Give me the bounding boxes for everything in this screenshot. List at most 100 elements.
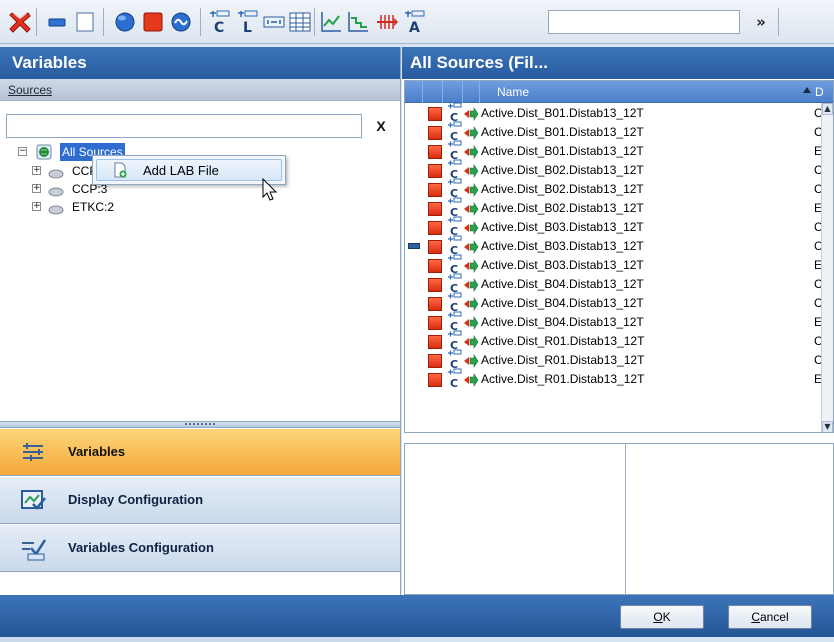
- table-row[interactable]: C Active.Dist_R01.Distab13_12T C: [405, 349, 833, 371]
- expand-icon[interactable]: +: [32, 202, 41, 211]
- nav-variables-configuration[interactable]: Variables Configuration: [0, 525, 400, 572]
- step-chart-icon[interactable]: [346, 10, 370, 34]
- read-write-arrow-icon: [463, 202, 479, 216]
- table-row[interactable]: C Active.Dist_B02.Distab13_12T C: [405, 159, 833, 181]
- nav-variables[interactable]: Variables: [0, 429, 400, 476]
- calibration-c-icon: C: [446, 235, 462, 257]
- column-header-d[interactable]: D: [815, 85, 824, 99]
- variable-name: Active.Dist_B03.Distab13_12T: [481, 258, 644, 272]
- table-row[interactable]: C Active.Dist_B01.Distab13_12T C: [405, 102, 833, 124]
- svg-text:A: A: [409, 20, 420, 34]
- calibration-c-icon[interactable]: C: [207, 10, 231, 34]
- calibration-c-icon: C: [446, 159, 462, 181]
- red-square-icon: [428, 164, 442, 178]
- read-write-arrow-icon: [463, 221, 479, 235]
- red-square-icon: [428, 354, 442, 368]
- column-header-name[interactable]: Name: [497, 85, 529, 99]
- results-title: All Sources (Fil...: [402, 47, 834, 79]
- toolbar-combo-input[interactable]: [548, 10, 740, 34]
- red-square-icon: [428, 373, 442, 387]
- variable-name: Active.Dist_B03.Distab13_12T: [481, 239, 644, 253]
- delete-icon[interactable]: [8, 10, 32, 34]
- read-write-arrow-icon: [463, 240, 479, 254]
- nav-display-configuration[interactable]: Display Configuration: [0, 477, 400, 524]
- table-row[interactable]: C Active.Dist_B03.Distab13_12T C: [405, 216, 833, 238]
- line-chart-icon[interactable]: [319, 10, 343, 34]
- variable-name: Active.Dist_B04.Distab13_12T: [481, 315, 644, 329]
- grid-header: Name D: [405, 81, 833, 103]
- table-row[interactable]: C Active.Dist_B03.Distab13_12T E: [405, 254, 833, 276]
- red-square-icon: [428, 297, 442, 311]
- search-input[interactable]: [6, 114, 362, 138]
- sources-header[interactable]: Sources: [0, 79, 400, 101]
- read-write-arrow-icon: [463, 297, 479, 311]
- clear-search-button[interactable]: X: [370, 115, 392, 137]
- scroll-down-icon[interactable]: ▼: [822, 421, 833, 432]
- svg-text:C: C: [450, 377, 458, 388]
- panel-title: Variables: [0, 47, 400, 79]
- calibration-c-icon: C: [446, 349, 462, 371]
- variable-name: Active.Dist_B02.Distab13_12T: [481, 201, 644, 215]
- calibration-c-icon: C: [446, 254, 462, 276]
- empty-rectangle-icon[interactable]: [73, 10, 97, 34]
- device-icon: [48, 202, 64, 215]
- read-write-arrow-icon: [463, 354, 479, 368]
- table-row[interactable]: C Active.Dist_B04.Distab13_12T C: [405, 292, 833, 314]
- circle-icon[interactable]: [113, 10, 137, 34]
- bracket-icon[interactable]: [262, 10, 286, 34]
- read-write-arrow-icon: [463, 145, 479, 159]
- svg-text:L: L: [243, 20, 252, 34]
- ok-button[interactable]: OK: [620, 605, 704, 629]
- variable-name: Active.Dist_B01.Distab13_12T: [481, 144, 644, 158]
- table-row[interactable]: C Active.Dist_B02.Distab13_12T C: [405, 178, 833, 200]
- dialog-footer: OK Cancel: [0, 595, 834, 637]
- table-row[interactable]: C Active.Dist_B01.Distab13_12T C: [405, 121, 833, 143]
- text-a-icon[interactable]: A: [402, 10, 426, 34]
- table-row[interactable]: C Active.Dist_B03.Distab13_12T C: [405, 235, 833, 257]
- sort-ascending-icon: [803, 87, 811, 93]
- red-square-icon: [428, 240, 442, 254]
- cancel-button[interactable]: Cancel: [728, 605, 812, 629]
- table-row[interactable]: C Active.Dist_B01.Distab13_12T E: [405, 140, 833, 162]
- expand-icon[interactable]: +: [32, 166, 41, 175]
- red-square-icon: [428, 335, 442, 349]
- table-row[interactable]: C Active.Dist_B04.Distab13_12T E: [405, 311, 833, 333]
- table-row[interactable]: C Active.Dist_B02.Distab13_12T E: [405, 197, 833, 219]
- red-square-icon: [428, 202, 442, 216]
- variable-name: Active.Dist_R01.Distab13_12T: [481, 334, 645, 348]
- table-row[interactable]: C Active.Dist_B04.Distab13_12T C: [405, 273, 833, 295]
- read-write-arrow-icon: [463, 278, 479, 292]
- read-write-arrow-icon: [463, 183, 479, 197]
- read-write-arrow-icon: [463, 164, 479, 178]
- bar-chart-icon[interactable]: [375, 10, 399, 34]
- calibration-l-icon[interactable]: L: [235, 10, 259, 34]
- wave-icon[interactable]: [169, 10, 193, 34]
- svg-text:C: C: [214, 20, 224, 34]
- chevron-double-down-icon[interactable]: »: [750, 11, 772, 33]
- red-square-icon: [428, 126, 442, 140]
- device-icon: [48, 184, 64, 197]
- red-square-icon[interactable]: [141, 10, 165, 34]
- collapse-icon[interactable]: −: [18, 147, 27, 156]
- toolbar: C L A »: [0, 0, 834, 44]
- calibration-c-icon: C: [446, 102, 462, 124]
- variable-name: Active.Dist_B01.Distab13_12T: [481, 106, 644, 120]
- rectangle-blue-icon[interactable]: [45, 10, 69, 34]
- panel-splitter[interactable]: [0, 421, 400, 428]
- sources-globe-icon: [36, 144, 52, 160]
- variable-name: Active.Dist_B02.Distab13_12T: [481, 163, 644, 177]
- scroll-up-icon[interactable]: ▲: [822, 103, 833, 115]
- variable-name: Active.Dist_B04.Distab13_12T: [481, 277, 644, 291]
- detail-panel: [404, 443, 834, 596]
- table-row[interactable]: C Active.Dist_R01.Distab13_12T C: [405, 330, 833, 352]
- add-lab-file-menu-item[interactable]: Add LAB File: [96, 159, 282, 181]
- variable-name: Active.Dist_R01.Distab13_12T: [481, 353, 645, 367]
- variables-grid: Name D C Active.Dist_B01.Distab13_12T C C Ac…: [404, 80, 834, 433]
- expand-icon[interactable]: +: [32, 184, 41, 193]
- table-row[interactable]: C Active.Dist_R01.Distab13_12T E: [405, 368, 833, 390]
- calibration-c-icon: C: [446, 140, 462, 162]
- grid-vertical-scrollbar[interactable]: ▲ ▼: [821, 103, 833, 432]
- calibration-c-icon: C: [446, 330, 462, 352]
- read-write-arrow-icon: [463, 107, 479, 121]
- table-icon[interactable]: [288, 10, 312, 34]
